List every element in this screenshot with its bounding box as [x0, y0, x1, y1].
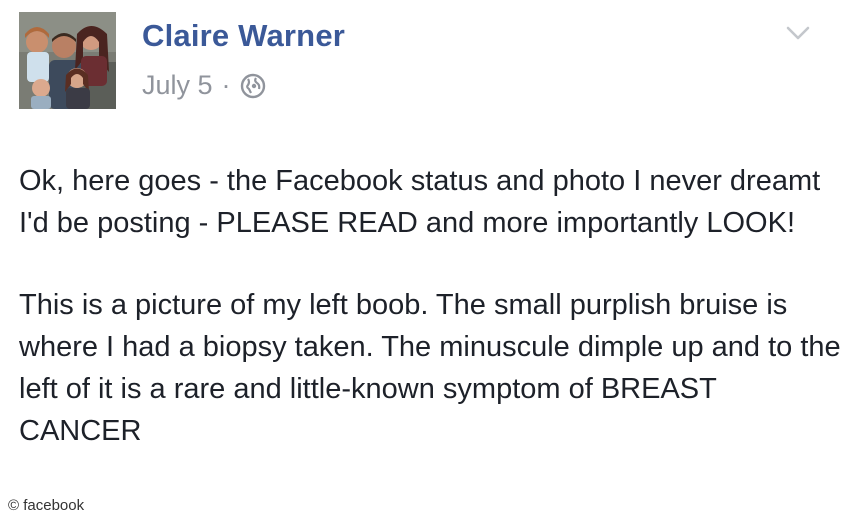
chevron-down-icon[interactable]: [784, 22, 812, 44]
post-meta: July 5 ·: [142, 70, 266, 101]
avatar[interactable]: [19, 12, 116, 109]
post-paragraph: Ok, here goes - the Facebook status and …: [19, 165, 821, 239]
post-body: Ok, here goes - the Facebook status and …: [19, 160, 844, 492]
globe-icon[interactable]: [240, 73, 266, 99]
post-date[interactable]: July 5: [142, 70, 213, 101]
watermark-text: © facebook: [8, 496, 85, 514]
facebook-post: Claire Warner July 5 · Ok, here goes - t…: [0, 0, 860, 517]
meta-separator: ·: [221, 70, 231, 100]
post-paragraph: This is a picture of my left boob. The s…: [19, 289, 841, 447]
family-photo-avatar: [19, 12, 116, 109]
facebook-watermark: © facebook: [4, 495, 91, 515]
post-author-name[interactable]: Claire Warner: [142, 18, 345, 54]
